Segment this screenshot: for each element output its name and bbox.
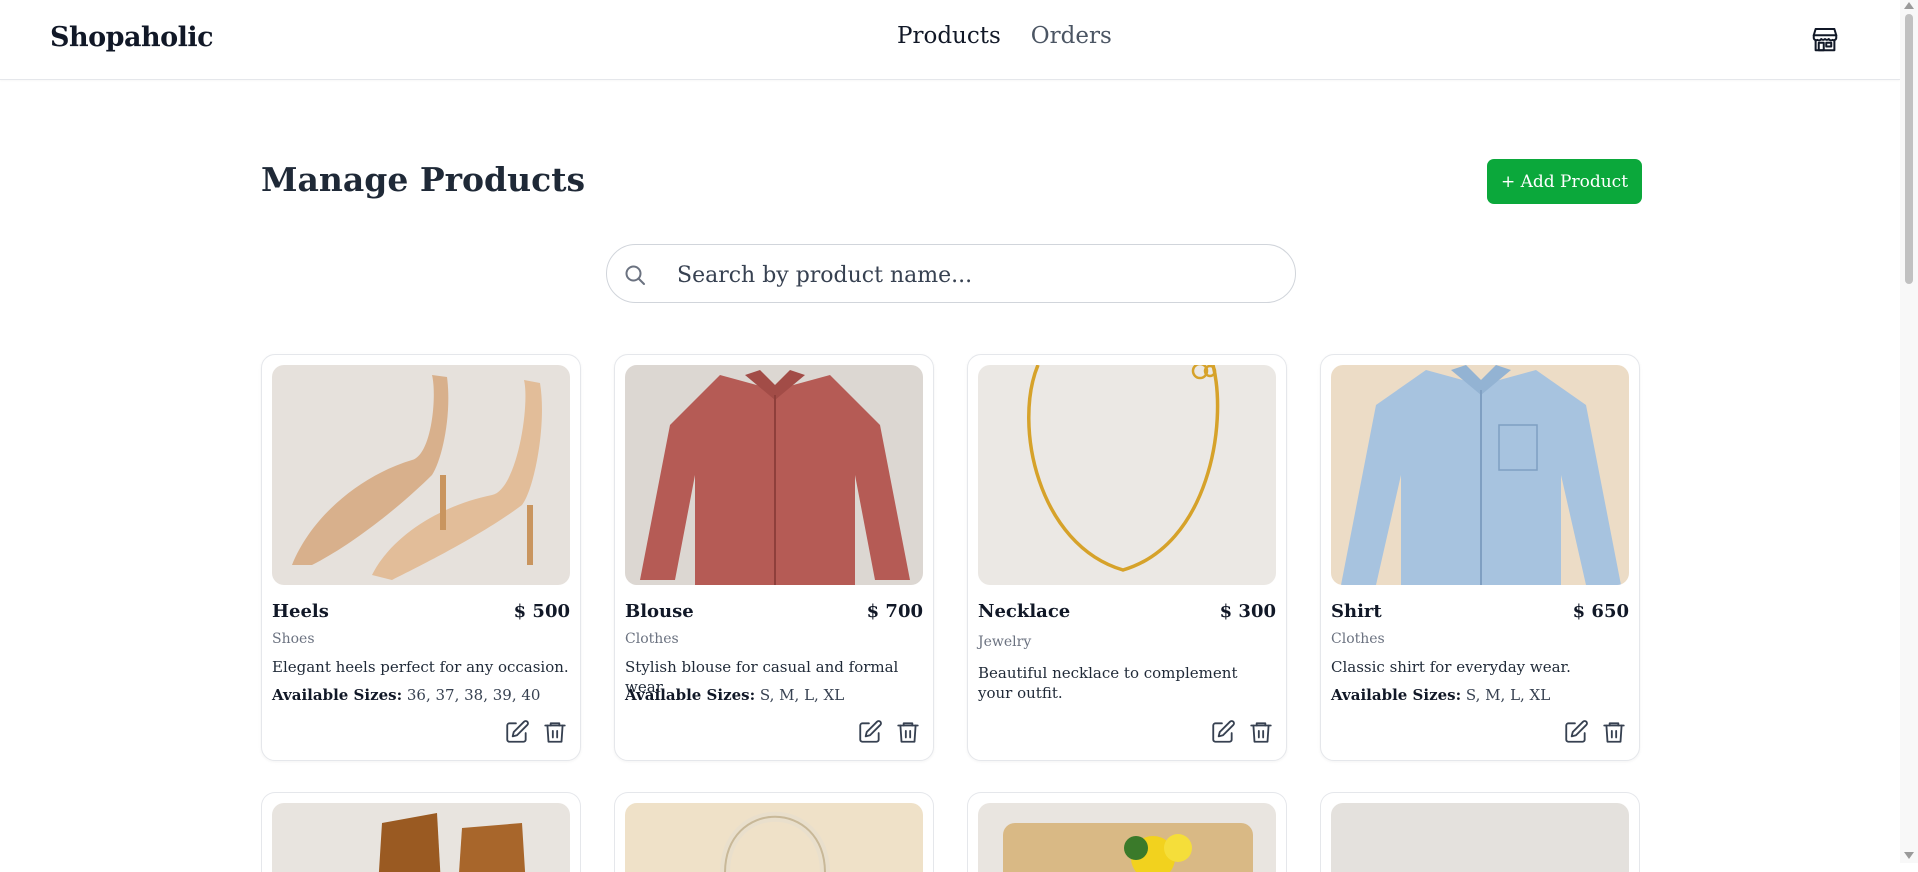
search-icon <box>623 263 647 287</box>
product-image <box>1331 365 1629 585</box>
product-description: Classic shirt for everyday wear. <box>1331 658 1571 676</box>
product-card: Necklace $ 300 Jewelry Beautiful necklac… <box>967 354 1287 761</box>
product-description: Beautiful necklace to complement your ou… <box>978 664 1238 702</box>
product-name: Blouse <box>625 601 694 622</box>
product-name: Shirt <box>1331 601 1382 622</box>
sizes-value: S, M, L, XL <box>759 686 845 704</box>
product-card <box>614 792 934 872</box>
sizes-label: Available Sizes: <box>625 686 756 704</box>
product-category: Clothes <box>1331 631 1385 647</box>
product-card: Blouse $ 700 Clothes Stylish blouse for … <box>614 354 934 761</box>
page-title: Manage Products <box>261 160 586 199</box>
trash-icon[interactable] <box>1601 719 1627 745</box>
edit-icon[interactable] <box>857 719 883 745</box>
product-image <box>625 365 923 585</box>
sizes-value: S, M, L, XL <box>1465 686 1551 704</box>
product-price: $ 300 <box>1219 601 1276 622</box>
brand-logo[interactable]: Shopaholic <box>50 22 214 53</box>
product-image <box>272 803 570 872</box>
product-card: Heels $ 500 Shoes Elegant heels perfect … <box>261 354 581 761</box>
main-nav: Products Orders <box>897 23 1112 49</box>
product-sizes: Available Sizes: S, M, L, XL <box>625 686 844 704</box>
product-category: Clothes <box>625 631 679 647</box>
product-name: Necklace <box>978 601 1071 622</box>
product-image <box>1331 803 1629 872</box>
add-product-button[interactable]: + Add Product <box>1487 159 1642 204</box>
scroll-up-icon[interactable] <box>1904 2 1914 9</box>
store-icon[interactable] <box>1810 24 1840 54</box>
product-category: Shoes <box>272 631 315 647</box>
product-image <box>978 365 1276 585</box>
product-image <box>272 365 570 585</box>
product-name: Heels <box>272 601 329 622</box>
edit-icon[interactable] <box>1563 719 1589 745</box>
product-card <box>967 792 1287 872</box>
edit-icon[interactable] <box>1210 719 1236 745</box>
product-category: Jewelry <box>978 634 1032 650</box>
product-sizes: Available Sizes: S, M, L, XL <box>1331 686 1550 704</box>
top-navbar: Shopaholic Products Orders <box>0 0 1900 80</box>
product-price: $ 500 <box>513 601 570 622</box>
product-image <box>625 803 923 872</box>
sizes-value: 36, 37, 38, 39, 40 <box>406 686 541 704</box>
card-actions <box>504 719 568 745</box>
search-bar <box>606 244 1296 303</box>
product-sizes: Available Sizes: 36, 37, 38, 39, 40 <box>272 686 540 704</box>
trash-icon[interactable] <box>542 719 568 745</box>
product-card: Shirt $ 650 Clothes Classic shirt for ev… <box>1320 354 1640 761</box>
sizes-label: Available Sizes: <box>272 686 403 704</box>
trash-icon[interactable] <box>895 719 921 745</box>
card-actions <box>1210 719 1274 745</box>
scroll-thumb[interactable] <box>1905 14 1913 284</box>
product-price: $ 650 <box>1572 601 1629 622</box>
product-price: $ 700 <box>866 601 923 622</box>
card-actions <box>857 719 921 745</box>
card-actions <box>1563 719 1627 745</box>
edit-icon[interactable] <box>504 719 530 745</box>
product-card <box>1320 792 1640 872</box>
nav-orders-link[interactable]: Orders <box>1031 23 1112 49</box>
product-image <box>978 803 1276 872</box>
search-input[interactable] <box>675 255 1259 295</box>
page-scrollbar[interactable] <box>1900 0 1918 863</box>
product-card <box>261 792 581 872</box>
product-description: Elegant heels perfect for any occasion. <box>272 658 569 676</box>
scroll-down-icon[interactable] <box>1904 852 1914 859</box>
nav-products-link[interactable]: Products <box>897 23 1001 49</box>
sizes-label: Available Sizes: <box>1331 686 1462 704</box>
trash-icon[interactable] <box>1248 719 1274 745</box>
